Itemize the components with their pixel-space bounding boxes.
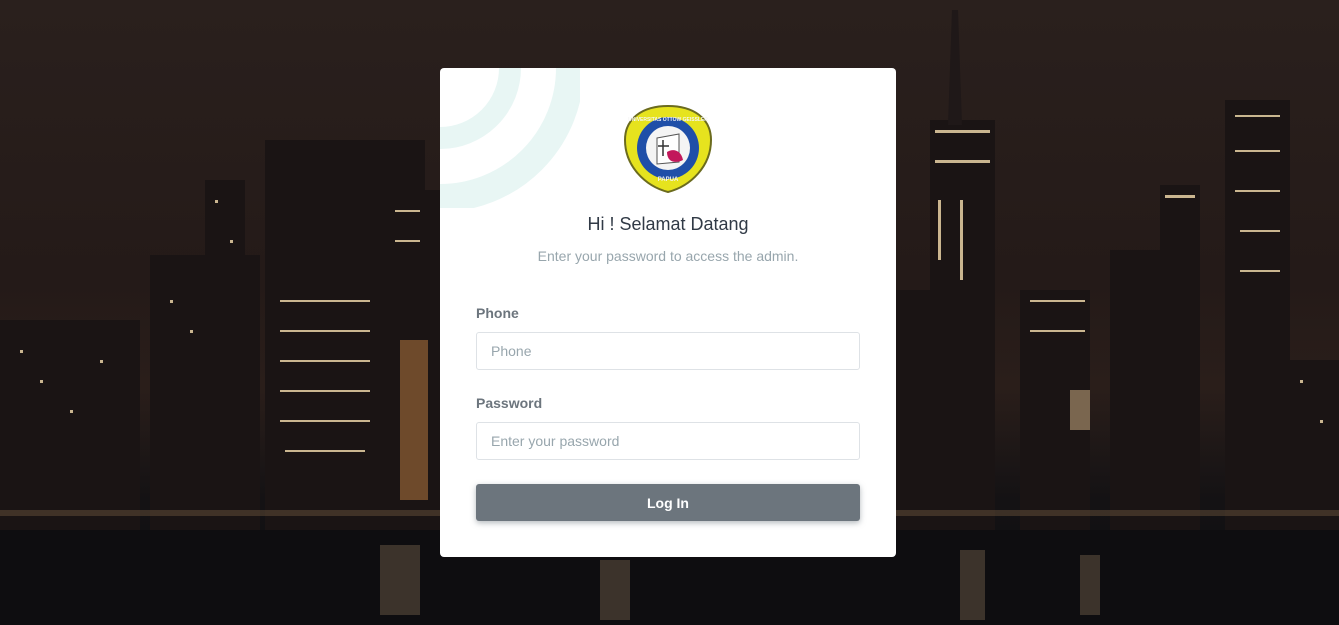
login-button[interactable]: Log In bbox=[476, 484, 860, 521]
page-title: Hi ! Selamat Datang bbox=[587, 214, 749, 234]
phone-input[interactable] bbox=[476, 332, 860, 370]
password-label: Password bbox=[476, 395, 543, 411]
password-input[interactable] bbox=[476, 422, 860, 460]
logo-bottom-text: PAPUA bbox=[658, 177, 679, 183]
decorative-arcs bbox=[440, 68, 580, 208]
logo-top-text: UNIVERSITAS OTTOW GEISSLER bbox=[628, 117, 708, 123]
login-card: UNIVERSITAS OTTOW GEISSLER PAPUA Hi ! Se… bbox=[440, 68, 896, 557]
university-logo: UNIVERSITAS OTTOW GEISSLER PAPUA bbox=[623, 104, 713, 194]
page-subtitle: Enter your password to access the admin. bbox=[537, 248, 799, 264]
phone-label: Phone bbox=[476, 305, 519, 321]
